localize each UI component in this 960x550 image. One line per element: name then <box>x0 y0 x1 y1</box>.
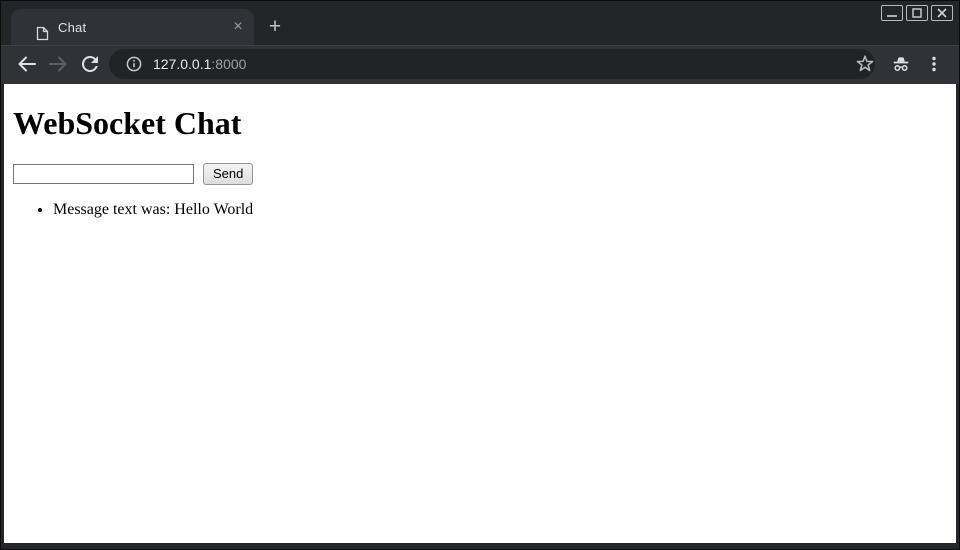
browser-window: Chat × + <box>0 0 960 550</box>
window-minimize-button[interactable] <box>881 5 903 21</box>
back-icon[interactable] <box>15 52 39 76</box>
reload-icon[interactable] <box>78 52 102 76</box>
send-button[interactable]: Send <box>203 163 253 185</box>
bookmark-star-icon[interactable] <box>855 54 875 74</box>
incognito-icon <box>891 54 911 74</box>
url-host: 127.0.0.1 <box>153 56 211 72</box>
menu-dots-icon[interactable] <box>924 54 944 74</box>
browser-toolbar: 127.0.0.1:8000 <box>1 45 959 84</box>
message-input[interactable] <box>13 164 194 184</box>
forward-icon[interactable] <box>46 52 70 76</box>
tab-close-icon[interactable]: × <box>228 17 248 37</box>
tab-chat[interactable]: Chat × <box>11 9 254 45</box>
address-bar[interactable]: 127.0.0.1:8000 <box>109 49 875 79</box>
close-icon <box>932 6 952 20</box>
maximize-icon <box>907 6 927 20</box>
message-item: Message text was: Hello World <box>53 201 956 219</box>
message-list: Message text was: Hello World <box>13 201 956 219</box>
page-title: WebSocket Chat <box>13 105 956 142</box>
page-content: WebSocket Chat Send Message text was: He… <box>4 84 956 543</box>
tab-title: Chat <box>58 20 86 35</box>
site-info-icon[interactable] <box>126 56 142 72</box>
new-tab-button[interactable]: + <box>262 14 288 40</box>
document-icon <box>36 26 49 41</box>
url-port: :8000 <box>211 56 246 72</box>
window-maximize-button[interactable] <box>906 5 928 21</box>
tab-strip: Chat × + <box>1 1 959 45</box>
minimize-icon <box>882 6 902 20</box>
url-text[interactable]: 127.0.0.1:8000 <box>153 56 246 72</box>
window-close-button[interactable] <box>931 5 953 21</box>
chat-form: Send <box>13 163 956 185</box>
